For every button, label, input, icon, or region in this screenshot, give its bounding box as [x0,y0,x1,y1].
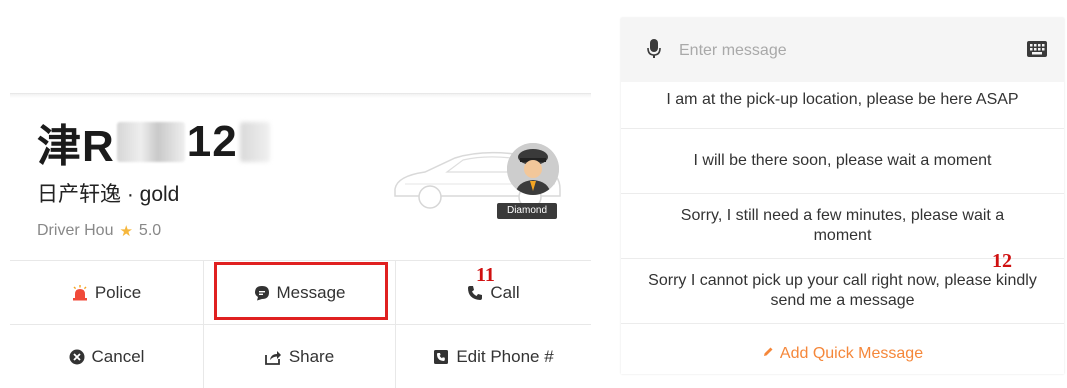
annotation-marker: 12 [992,250,1012,272]
license-plate: 津R 12 [37,117,270,171]
quick-message-panel: I am at the pick-up location, please be … [621,18,1064,374]
share-label: Share [288,346,335,366]
quick-message-item[interactable]: I will be there soon, please wait a mome… [621,129,1064,192]
police-label: Police [94,282,142,302]
driver-info: Driver Hou ★ 5.0 [37,222,161,240]
police-button[interactable]: Police [10,261,203,324]
edit-phone-label: Edit Phone # [456,346,554,366]
driver-tier-badge: Diamond [497,203,557,219]
message-input-bar [621,18,1064,82]
cancel-icon [69,349,85,365]
cancel-label: Cancel [91,346,145,366]
plate-suffix: 12 [186,117,238,166]
car-model: 日产轩逸 · gold [37,183,180,206]
driver-rating: 5.0 [138,222,162,239]
share-icon [264,349,282,365]
plate-prefix: 津R [37,122,115,171]
message-highlight-box [214,262,388,320]
add-quick-message-button[interactable]: Add Quick Message [621,340,1064,368]
quick-message-item[interactable]: Sorry, I still need a few minutes, pleas… [621,194,1064,257]
phone-book-icon [433,349,449,365]
microphone-icon[interactable] [647,39,661,64]
driver-card: 津R 12 日产轩逸 · gold Driver Hou ★ 5.0 Diamo… [10,93,591,388]
pencil-icon [762,345,774,363]
cancel-button[interactable]: Cancel [10,325,203,388]
annotation-marker: 11 [476,264,495,286]
driver-avatar-icon [507,143,559,195]
message-input[interactable] [677,36,1001,66]
share-button[interactable]: Share [204,325,395,388]
plate-redaction [116,122,185,162]
quick-message-item[interactable]: I am at the pick-up location, please be … [621,82,1064,118]
top-divider [10,94,591,98]
divider [621,323,1064,324]
edit-phone-button[interactable]: Edit Phone # [396,325,591,388]
driver-name: Driver Hou [37,222,114,239]
keyboard-icon[interactable] [1027,39,1047,64]
add-quick-message-label: Add Quick Message [779,345,924,362]
star-icon: ★ [119,223,133,240]
driver-avatar [507,143,559,195]
police-light-icon [72,284,88,301]
plate-redaction-end [239,122,270,162]
